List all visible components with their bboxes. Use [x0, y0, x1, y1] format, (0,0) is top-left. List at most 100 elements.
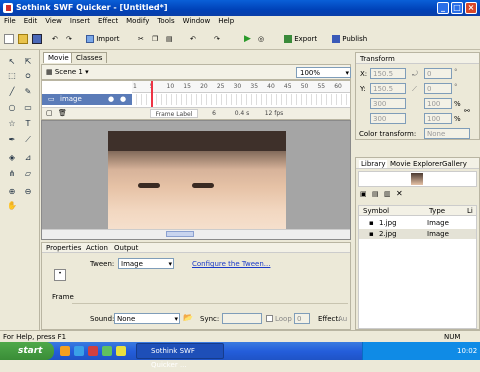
folder-icon[interactable]	[116, 346, 126, 356]
media-icon[interactable]	[88, 346, 98, 356]
lock-icon[interactable]: ●	[120, 95, 126, 103]
sound-folder-icon[interactable]: 📂	[183, 313, 193, 322]
browser-icon[interactable]	[74, 346, 84, 356]
menu-file[interactable]: File	[0, 16, 20, 25]
horizontal-scrollbar[interactable]	[42, 229, 350, 239]
menu-insert[interactable]: Insert	[66, 16, 94, 25]
arrow-tool-icon[interactable]: ↖	[6, 56, 18, 68]
delete-icon[interactable]: ✕	[396, 189, 403, 198]
tween-select[interactable]: Image ▾	[118, 258, 174, 269]
loop-count[interactable]: 0	[294, 313, 310, 324]
taskbar-app-button[interactable]: Sothink SWF Quicker ...	[136, 343, 224, 369]
menu-window[interactable]: Window	[179, 16, 215, 25]
sound-select[interactable]: None ▾	[114, 313, 180, 324]
tab-action[interactable]: Action	[86, 244, 108, 252]
text-tool-icon[interactable]: T	[22, 118, 34, 130]
menu-modify[interactable]: Modify	[122, 16, 153, 25]
frame-strip[interactable]	[132, 94, 350, 105]
link-icon[interactable]: ⚯	[464, 107, 470, 115]
playhead[interactable]	[151, 81, 153, 107]
app-icon[interactable]	[3, 3, 13, 13]
preview-icon[interactable]: ◎	[258, 33, 264, 45]
delete-layer-icon[interactable]: 🗑	[58, 109, 67, 117]
add-layer-icon[interactable]: ▢	[46, 109, 53, 117]
tab-movie[interactable]: Movie	[43, 52, 74, 63]
height-field[interactable]: 300	[370, 113, 406, 124]
scroll-thumb[interactable]	[166, 231, 194, 237]
open-folder-icon[interactable]: ▤	[372, 190, 379, 198]
eye-icon[interactable]: ●	[108, 95, 114, 103]
configure-tween-link[interactable]: Configure the Tween...	[192, 260, 270, 268]
free-transform-icon[interactable]: ⬚	[6, 70, 18, 82]
rename-icon[interactable]: ▥	[384, 190, 391, 198]
y-field[interactable]: 150.5	[370, 83, 406, 94]
play-icon[interactable]: ▶	[244, 33, 251, 45]
app-icon-quick[interactable]	[102, 346, 112, 356]
col-linkage[interactable]: Li	[467, 207, 473, 215]
line-tool-icon[interactable]: ╱	[6, 86, 18, 98]
clock[interactable]: 10:02	[457, 342, 477, 360]
ink-bottle-icon[interactable]: ⊿	[22, 152, 34, 164]
open-icon[interactable]	[18, 33, 28, 45]
subselect-tool-icon[interactable]: ⇱	[22, 56, 34, 68]
list-item[interactable]: ▪ 1.jpg Image	[359, 218, 476, 228]
color-transform-select[interactable]: None	[424, 128, 470, 139]
start-button[interactable]: start	[0, 342, 54, 360]
tab-properties[interactable]: Properties	[46, 244, 81, 252]
pen-tool-icon[interactable]: ✒	[6, 134, 18, 146]
oval-tool-icon[interactable]: ○	[6, 102, 18, 114]
brush-tool-icon[interactable]: ⟋	[22, 134, 34, 146]
tab-classes[interactable]: Classes	[71, 52, 108, 63]
undo-icon[interactable]: ↶	[52, 33, 58, 45]
tab-library[interactable]: Library	[359, 160, 388, 168]
export-button[interactable]: Export	[284, 33, 317, 45]
star-tool-icon[interactable]: ☆	[6, 118, 18, 130]
col-type[interactable]: Type	[429, 207, 445, 215]
tab-output[interactable]: Output	[114, 244, 138, 252]
redo2-icon[interactable]: ↷	[214, 33, 220, 45]
eyedropper-tool-icon[interactable]: ⋔	[6, 168, 18, 180]
menu-effect[interactable]: Effect	[94, 16, 122, 25]
list-item[interactable]: ▪ 2.jpg Image	[359, 229, 476, 239]
eraser-tool-icon[interactable]: ▱	[22, 168, 34, 180]
zoom-in-icon[interactable]: ⊕	[6, 186, 18, 198]
close-button[interactable]: ×	[465, 2, 477, 14]
rectangle-tool-icon[interactable]: ▭	[22, 102, 34, 114]
cut-icon[interactable]: ✂	[138, 33, 144, 45]
loop-checkbox[interactable]	[266, 315, 273, 322]
hand-tool-icon[interactable]: ✋	[6, 200, 18, 212]
new-icon[interactable]	[4, 33, 14, 45]
bucket-tool-icon[interactable]: ◈	[6, 152, 18, 164]
lasso-tool-icon[interactable]: ᴑ	[22, 70, 34, 82]
undo2-icon[interactable]: ↶	[190, 33, 196, 45]
width-field[interactable]: 300	[370, 98, 406, 109]
tab-gallery[interactable]: Gallery	[442, 160, 467, 168]
stage-canvas[interactable]	[41, 120, 351, 240]
menu-tools[interactable]: Tools	[153, 16, 178, 25]
skew-field[interactable]: 0	[424, 83, 452, 94]
maximize-button[interactable]: □	[451, 2, 463, 14]
paste-icon[interactable]: ▤	[166, 33, 173, 45]
scale-x-field[interactable]: 100	[424, 98, 452, 109]
menu-help[interactable]: Help	[214, 16, 238, 25]
stage-image[interactable]	[108, 131, 286, 233]
layer-row[interactable]: ▭ image ● ●	[42, 94, 132, 105]
col-symbol[interactable]: Symbol	[363, 207, 389, 215]
scene-selector[interactable]: ▦ Scene 1 ▾	[46, 68, 89, 76]
menu-view[interactable]: View	[41, 16, 66, 25]
import-button[interactable]: Import	[86, 33, 119, 45]
minimize-button[interactable]: _	[437, 2, 449, 14]
copy-icon[interactable]: ❐	[152, 33, 158, 45]
x-field[interactable]: 150.5	[370, 68, 406, 79]
save-icon[interactable]	[32, 33, 42, 45]
tab-movie-explorer[interactable]: Movie Explorer	[390, 160, 442, 168]
menu-edit[interactable]: Edit	[20, 16, 42, 25]
quicklaunch-icon[interactable]	[60, 346, 70, 356]
rotate-field[interactable]: 0	[424, 68, 452, 79]
scale-y-field[interactable]: 100	[424, 113, 452, 124]
publish-button[interactable]: Publish	[332, 33, 367, 45]
frame-label-field[interactable]: Frame Label	[150, 109, 198, 118]
zoom-out-icon[interactable]: ⊖	[22, 186, 34, 198]
new-folder-icon[interactable]: ▣	[360, 190, 367, 198]
zoom-select[interactable]: 100% ▾	[296, 67, 351, 78]
